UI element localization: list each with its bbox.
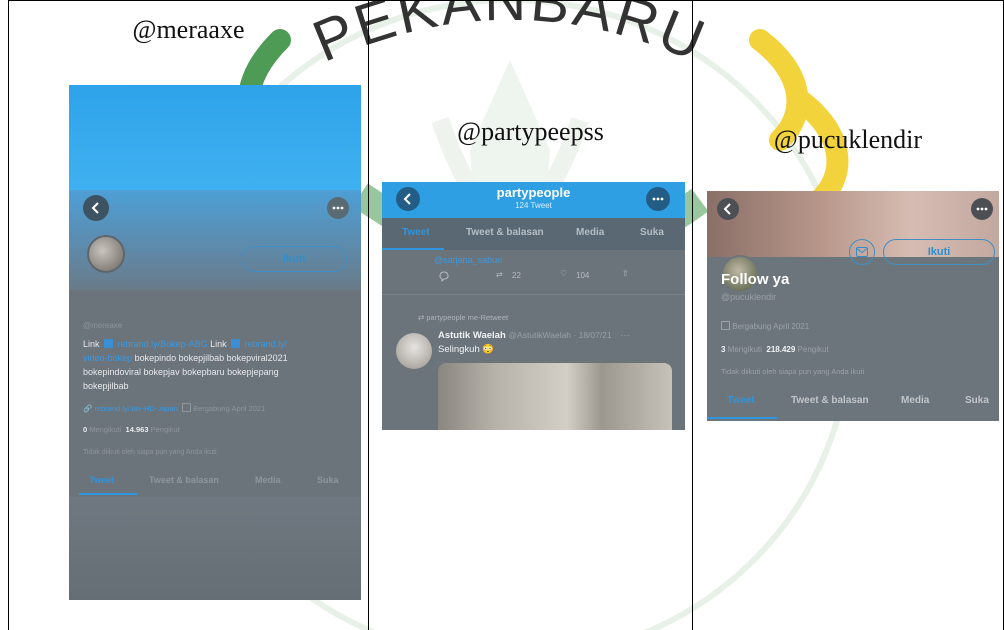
profile-screenshot: Ikuti Follow ya @pucuklendir Bergabung A… xyxy=(707,191,999,421)
profile-banner xyxy=(69,85,361,190)
tweet-header: Astutik Waelah @AstutikWaelah · 18/07/21… xyxy=(438,330,630,341)
tab-likes[interactable]: Suka xyxy=(965,395,989,406)
not-followed-note: Tidak diikuti oleh siapa pun yang Anda i… xyxy=(721,367,865,376)
retweet-icon: ⇄ xyxy=(418,313,425,322)
panel-caption: @pucuklendir xyxy=(773,125,923,154)
follow-counts: 3 Mengikuti 218.429 Pengikut xyxy=(721,345,829,354)
bio-line-1: Link rebrand.ly/Bokep-ABG Link rebrand.l… xyxy=(83,339,288,349)
share-icon[interactable]: ⇧ xyxy=(622,269,629,278)
tab-indicator xyxy=(707,417,777,419)
calendar-icon xyxy=(181,403,191,412)
more-button[interactable] xyxy=(646,187,670,211)
arrow-right-icon xyxy=(104,339,114,348)
website-link[interactable]: rebrand.ly/Jav-HD-Japan xyxy=(94,404,177,413)
chevron-left-icon xyxy=(91,202,99,214)
like-count: 104 xyxy=(576,271,590,280)
profile-screenshot: partypeople 124 Tweet Tweet Tweet & bala… xyxy=(382,182,685,430)
like-icon[interactable]: ♡ xyxy=(560,269,567,278)
tab-tweet[interactable]: Tweet xyxy=(402,227,430,238)
tweet-text: Selingkuh 😳 xyxy=(438,344,495,355)
follow-counts: 0 Mengikuti 14.963 Pengikut xyxy=(83,425,180,434)
joined-date: Bergabung April 2021 xyxy=(193,404,266,413)
tweet-meta: @AstutikWaelah · 18/07/21 xyxy=(508,330,612,340)
panel-2: @partypeepss partypeople 124 Tweet Tweet… xyxy=(368,0,692,630)
following-count: 0 xyxy=(83,425,88,434)
tab-likes[interactable]: Suka xyxy=(317,475,339,485)
more-dots-icon xyxy=(652,197,664,201)
bio-line-2: video-bokep bokepindo bokepjilbab bokepv… xyxy=(83,353,288,363)
flushed-emoji: 😳 xyxy=(482,344,495,355)
tab-bar: Tweet Tweet & balasan Media Suka xyxy=(69,473,361,495)
tab-indicator xyxy=(382,248,444,250)
tab-tweet[interactable]: Tweet xyxy=(89,475,114,485)
header-name: partypeople xyxy=(496,185,571,200)
link-icon: 🔗 xyxy=(83,404,93,413)
tab-tweet[interactable]: Tweet xyxy=(727,395,755,406)
divider xyxy=(382,294,685,295)
panel-1: @meraaxe Ikuti @mereaxe Link rebrand.ly/… xyxy=(8,0,368,630)
tab-bar: Tweet Tweet & balasan Media Suka xyxy=(382,218,685,250)
follow-label: Ikuti xyxy=(282,253,306,265)
retweet-count: 22 xyxy=(512,271,521,280)
tab-media[interactable]: Media xyxy=(901,395,929,406)
follow-button[interactable]: Ikuti xyxy=(883,239,995,265)
more-dots-icon xyxy=(976,207,988,211)
tab-tweet-replies[interactable]: Tweet & balasan xyxy=(466,227,544,238)
retweet-note: ⇄ partypeople me-Retweet xyxy=(418,313,509,322)
back-button[interactable] xyxy=(83,195,109,221)
header-tweet-count: 124 Tweet xyxy=(515,201,552,210)
followers-count: 218.429 xyxy=(766,345,796,354)
meta-row: 🔗 rebrand.ly/Jav-HD-Japan Bergabung Apri… xyxy=(83,403,265,413)
panel-3: @pucuklendir Ikuti Follow ya @pucuklendi… xyxy=(692,0,1004,630)
followers-count: 14.963 xyxy=(125,425,149,434)
bio-line-4: bokepjilbab xyxy=(83,381,129,391)
follow-label: Ikuti xyxy=(927,246,951,258)
mention-link[interactable]: @sarjana_sabun xyxy=(434,255,502,265)
tab-bar: Tweet Tweet & balasan Media Suka xyxy=(707,391,999,421)
username: @pucuklendir xyxy=(721,292,777,302)
profile-screenshot: Ikuti @mereaxe Link rebrand.ly/Bokep-ABG… xyxy=(69,85,361,600)
tab-media[interactable]: Media xyxy=(255,475,281,485)
tab-likes[interactable]: Suka xyxy=(640,227,664,238)
tab-tweet-replies[interactable]: Tweet & balasan xyxy=(791,395,869,406)
action-row: ⇄ 22 ♡ 104 ⇧ xyxy=(438,269,658,286)
content-area xyxy=(69,497,361,600)
tweet-author: Astutik Waelah xyxy=(438,330,506,341)
chevron-left-icon xyxy=(723,203,731,215)
display-name: Follow ya xyxy=(721,271,790,288)
tweet-media-image[interactable] xyxy=(438,363,672,430)
joined-date: Bergabung April 2021 xyxy=(732,322,810,331)
back-button[interactable] xyxy=(717,198,739,220)
tweet-avatar xyxy=(396,333,432,369)
more-dots-icon xyxy=(332,206,344,210)
tab-media[interactable]: Media xyxy=(576,227,604,238)
more-button[interactable] xyxy=(971,198,993,220)
bio-line-3: bokepindoviral bokepjav bokepbaru bokepj… xyxy=(83,367,279,377)
follow-button[interactable]: Ikuti xyxy=(241,246,347,272)
panel-caption: @meraaxe xyxy=(132,15,245,44)
retweet-icon[interactable]: ⇄ xyxy=(496,270,503,279)
not-followed-note: Tidak diikuti oleh siapa pun yang Anda i… xyxy=(83,449,217,456)
tweet-more-icon[interactable]: ··· xyxy=(620,330,630,341)
following-count: 3 xyxy=(721,345,726,354)
panel-caption: @partypeepss xyxy=(457,117,604,146)
envelope-icon xyxy=(856,247,868,257)
tab-indicator xyxy=(79,493,137,495)
avatar xyxy=(87,235,125,273)
reply-icon[interactable] xyxy=(438,270,450,282)
joined-row: Bergabung April 2021 xyxy=(721,321,809,331)
arrow-right-icon xyxy=(231,339,241,348)
more-button[interactable] xyxy=(327,197,349,219)
username: @mereaxe xyxy=(83,321,123,330)
calendar-icon xyxy=(721,321,730,330)
tab-tweet-replies[interactable]: Tweet & balasan xyxy=(149,475,219,485)
message-button[interactable] xyxy=(849,239,875,265)
